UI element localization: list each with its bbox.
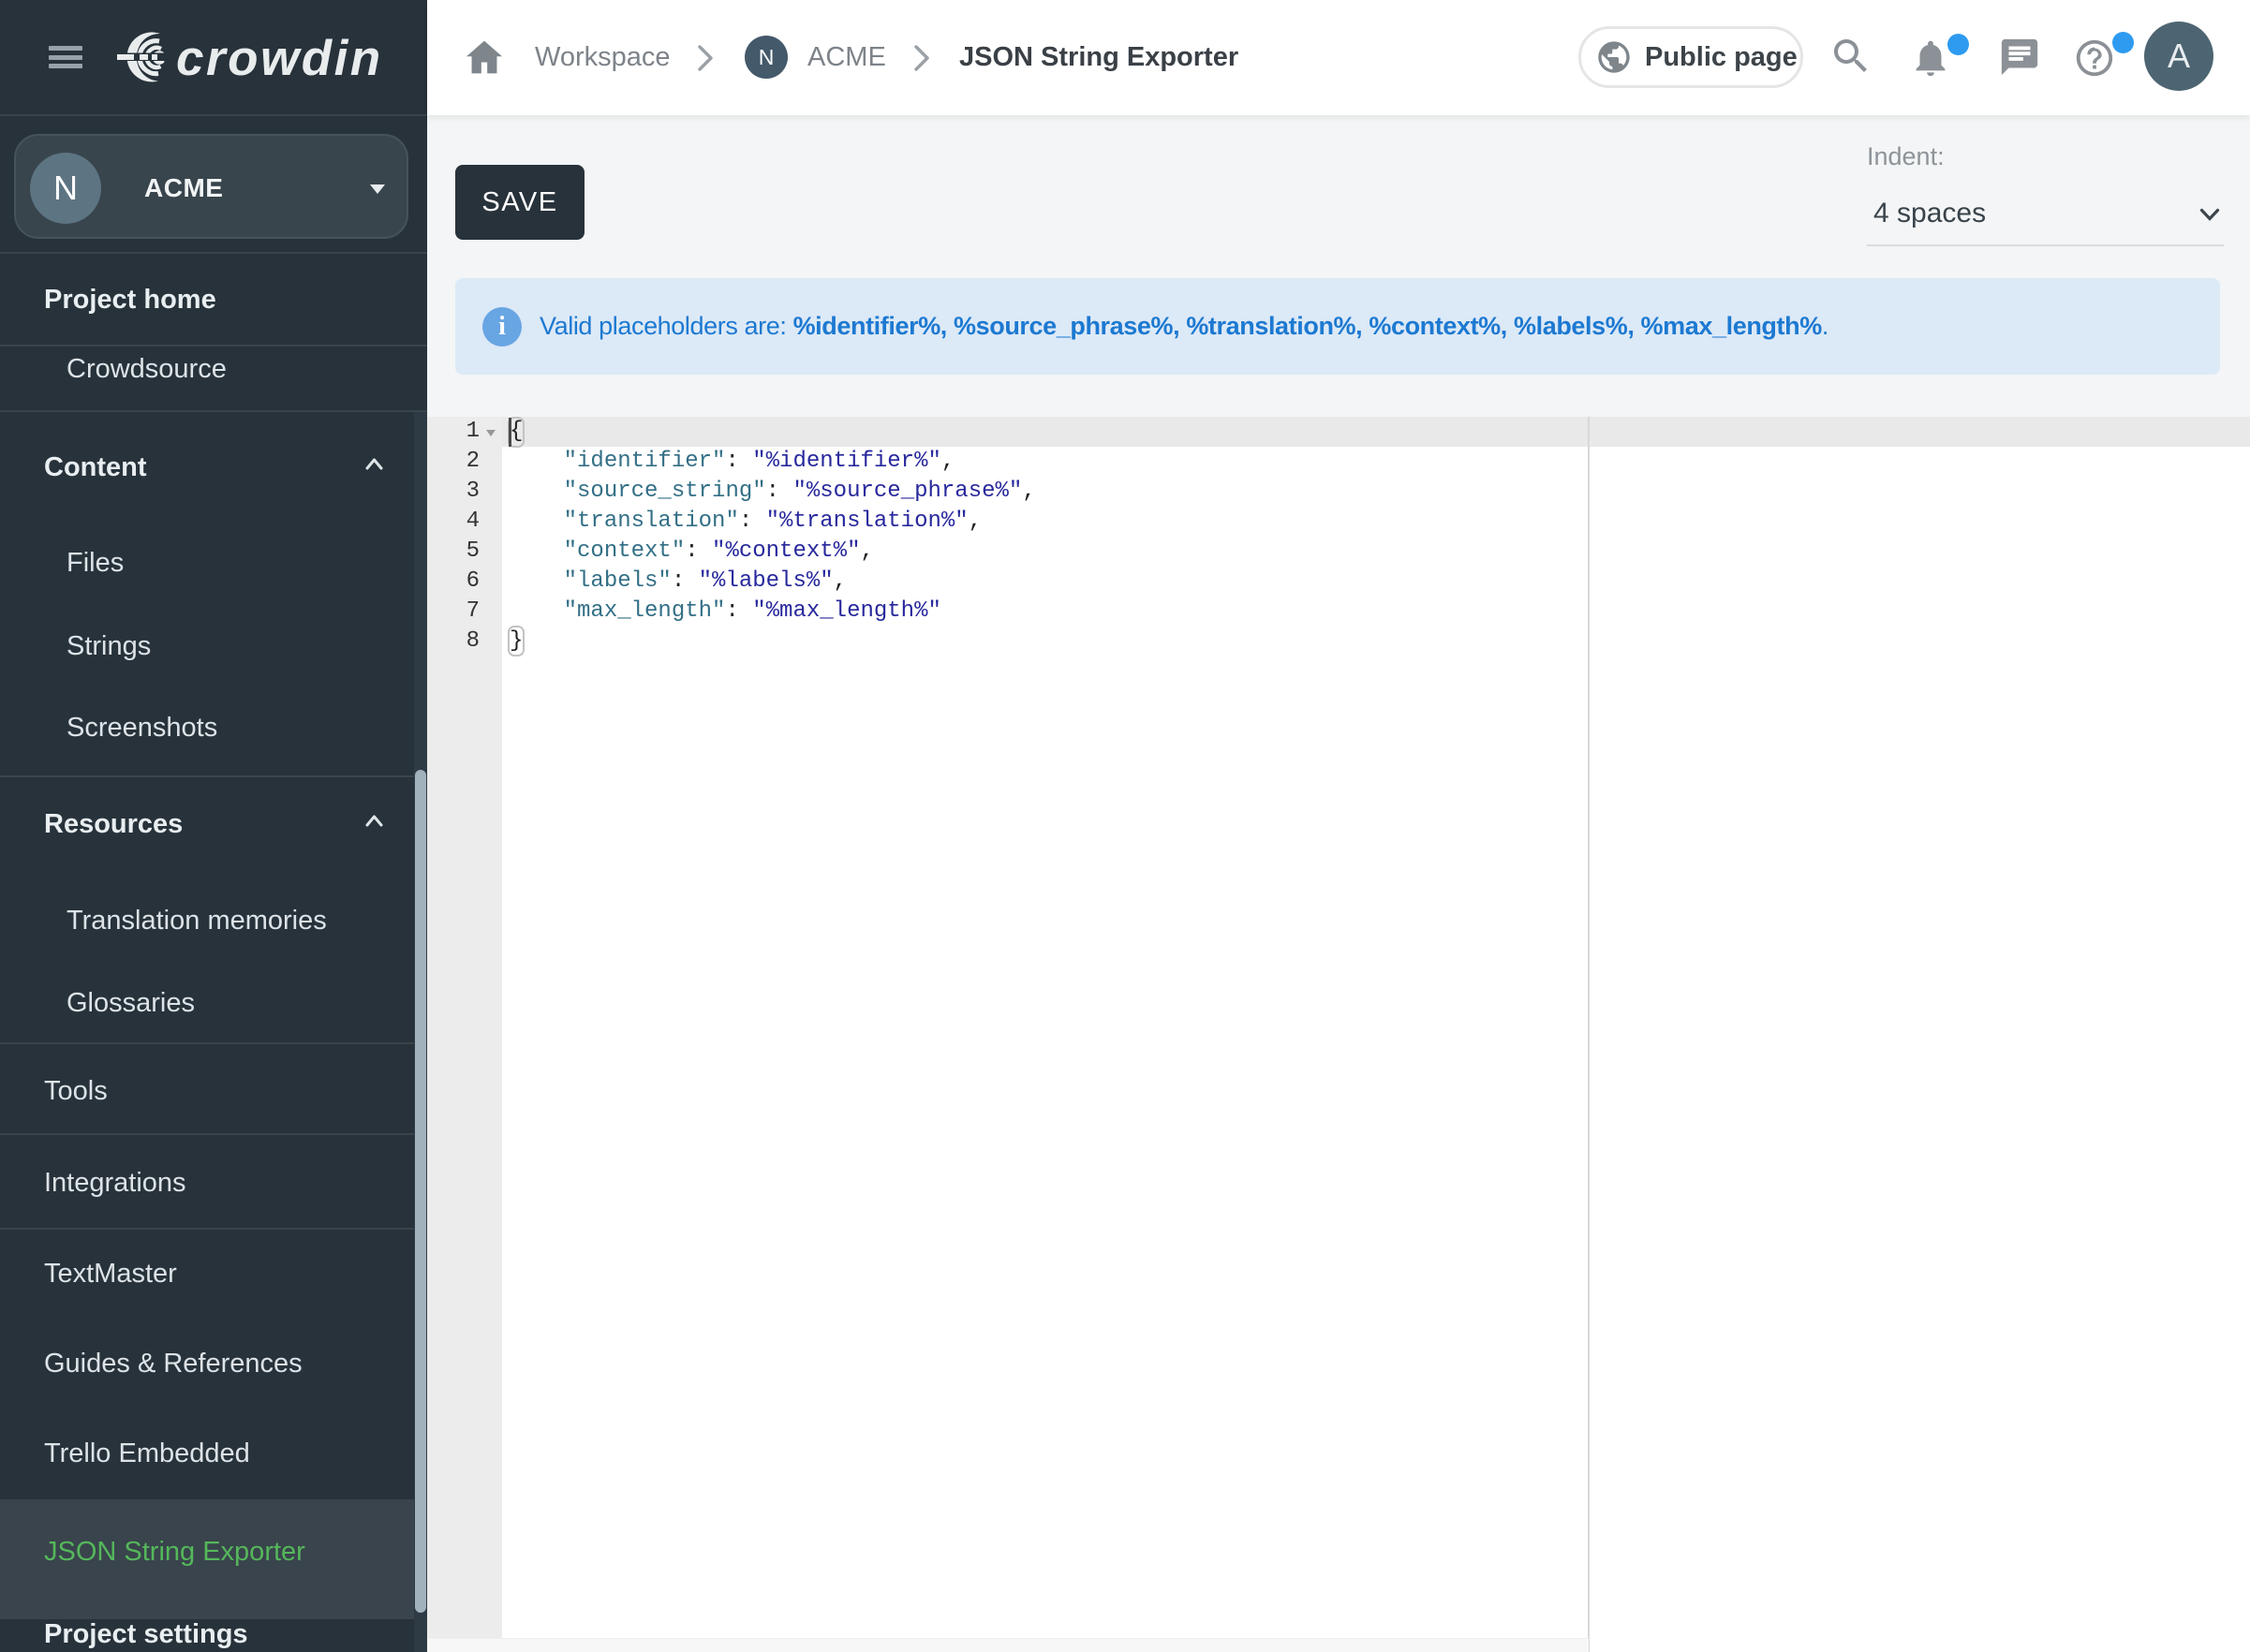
svg-text:crowdin: crowdin: [176, 31, 383, 83]
